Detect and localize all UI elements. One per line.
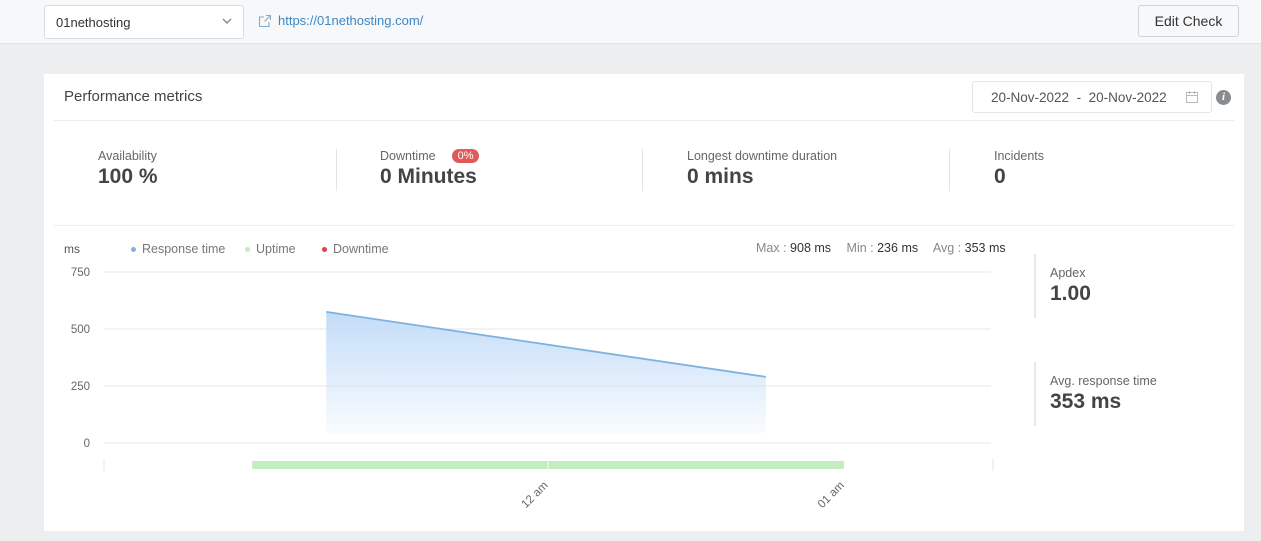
stat-value: 353 ms bbox=[1050, 390, 1122, 413]
stat-avg-response-time: Avg. response time 353 ms bbox=[1034, 362, 1157, 426]
x-tick-label: 01 am bbox=[816, 480, 847, 511]
uptime-segment bbox=[548, 461, 845, 469]
y-tick-label: 500 bbox=[71, 324, 90, 336]
stat-label: Apdex bbox=[1050, 266, 1086, 280]
monitor-select-value: 01nethosting bbox=[56, 15, 131, 30]
monitor-url-link[interactable]: https://01nethosting.com/ bbox=[258, 13, 423, 28]
y-tick-label: 750 bbox=[71, 267, 90, 279]
external-link-icon bbox=[258, 14, 272, 27]
uptime-segment bbox=[252, 461, 548, 469]
performance-metrics-card: Performance metrics 20-Nov-2022 - 20-Nov… bbox=[44, 74, 1244, 531]
top-bar: 01nethosting https://01nethosting.com/ E… bbox=[0, 0, 1261, 44]
x-tick-label: 12 am bbox=[520, 480, 551, 511]
response-time-area bbox=[326, 311, 766, 433]
stat-apdex: Apdex 1.00 bbox=[1034, 254, 1091, 318]
monitor-url-text: https://01nethosting.com/ bbox=[278, 13, 424, 28]
chevron-down-icon bbox=[222, 18, 232, 24]
monitor-select[interactable]: 01nethosting bbox=[44, 5, 244, 39]
stat-label: Avg. response time bbox=[1050, 374, 1157, 388]
y-tick-label: 0 bbox=[84, 438, 90, 450]
y-tick-label: 250 bbox=[71, 381, 90, 393]
edit-check-button[interactable]: Edit Check bbox=[1138, 5, 1239, 37]
stat-value: 1.00 bbox=[1050, 282, 1091, 305]
